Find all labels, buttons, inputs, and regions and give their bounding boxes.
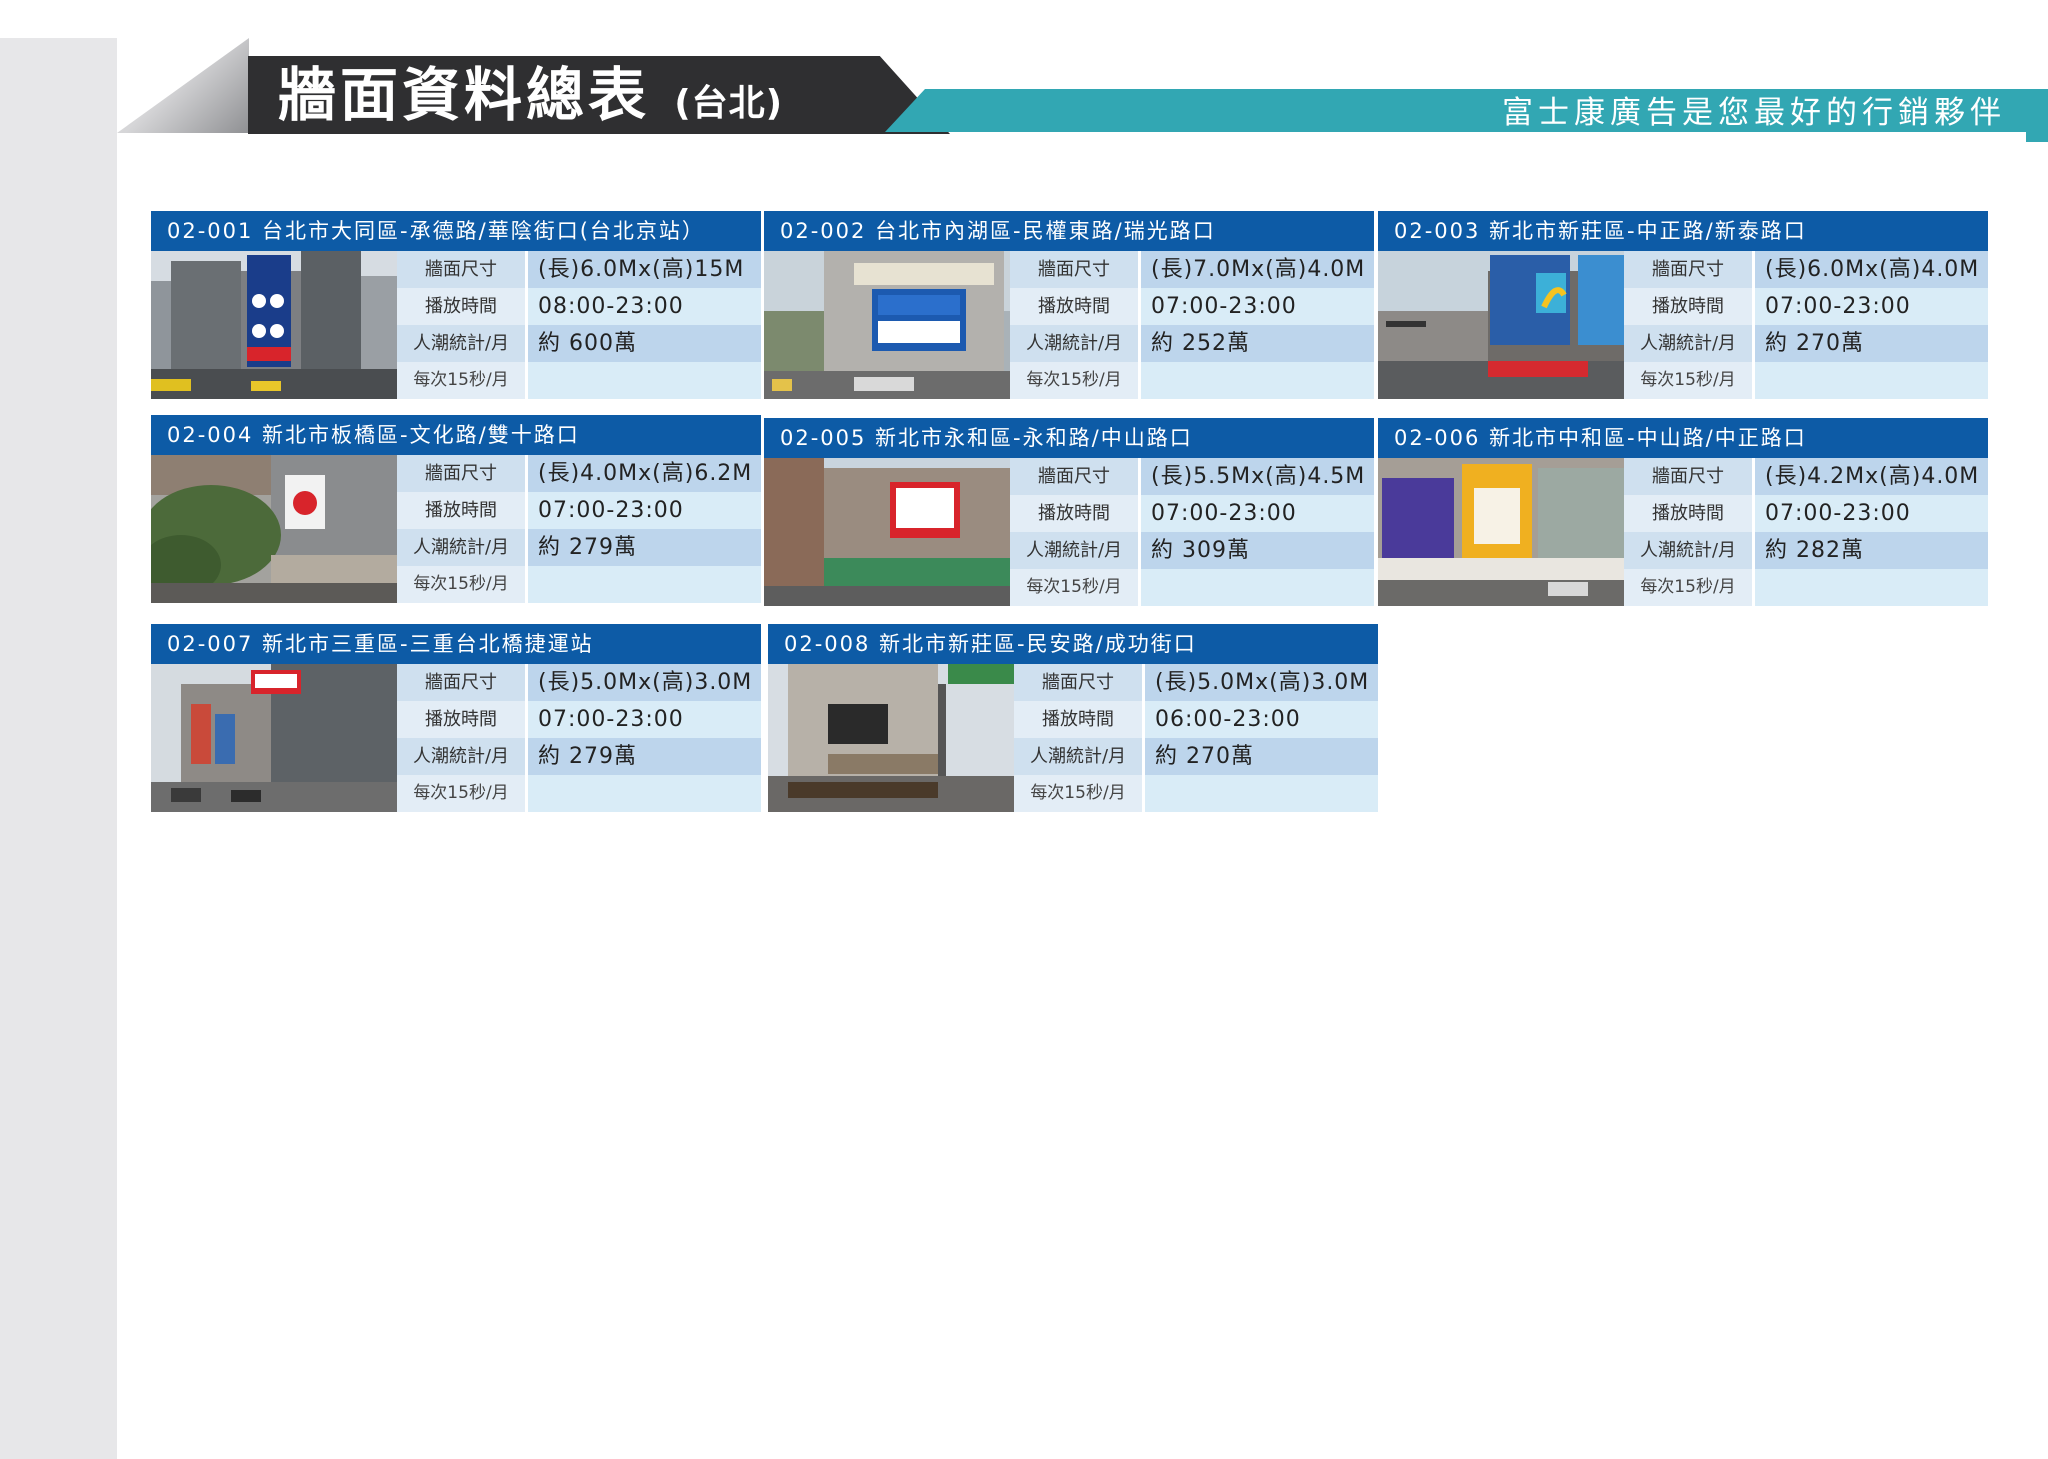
billboard-photo [151,251,397,399]
hours-label: 播放時間 [397,288,525,325]
per-label: 每次15秒/月 [397,775,525,812]
per-label: 每次15秒/月 [397,362,525,399]
per-label: 每次15秒/月 [397,566,525,603]
hours-label: 播放時間 [1010,288,1138,325]
card-title: 02-004 新北市板橋區-文化路/雙十路口 [151,415,761,455]
billboard-card-02-003[interactable]: 02-003 新北市新莊區-中正路/新泰路口 牆面尺寸 (長)6.0Mx(高)4.… [1378,211,1988,399]
card-title: 02-003 新北市新莊區-中正路/新泰路口 [1378,211,1988,251]
per-value [528,362,761,399]
per-value [528,775,761,812]
size-value: (長)5.5Mx(高)4.5M [1141,458,1374,495]
traffic-label: 人潮統計/月 [1010,325,1138,362]
billboard-card-02-006[interactable]: 02-006 新北市中和區-中山路/中正路口 牆面尺寸 (長)4.2Mx(高)4.… [1378,418,1988,606]
size-value: (長)6.0Mx(高)4.0M [1755,251,1988,288]
billboard-card-02-001[interactable]: 02-001 台北市大同區-承德路/華陰街口(台北京站） 牆面尺寸 (長)6.0M… [151,211,761,399]
traffic-value: 約 309萬 [1141,532,1374,569]
per-value [1755,362,1988,399]
header-slogan: 富士康廣告是您最好的行銷夥伴 [1502,95,2006,131]
traffic-value: 約 252萬 [1141,325,1374,362]
header-wedge [117,38,249,133]
size-value: (長)6.0Mx(高)15M [528,251,761,288]
size-label: 牆面尺寸 [1010,251,1138,288]
page-title-main: 牆面資料總表 [278,61,651,129]
per-label: 每次15秒/月 [1014,775,1142,812]
hours-value: 07:00-23:00 [1141,495,1374,532]
hours-value: 07:00-23:00 [528,701,761,738]
hours-value: 07:00-23:00 [1141,288,1374,325]
traffic-value: 約 282萬 [1755,532,1988,569]
traffic-label: 人潮統計/月 [397,529,525,566]
billboard-card-02-007[interactable]: 02-007 新北市三重區-三重台北橋捷運站 牆面尺寸 (長)5.0Mx(高)3.… [151,624,761,812]
hours-label: 播放時間 [397,701,525,738]
size-label: 牆面尺寸 [397,455,525,492]
size-value: (長)5.0Mx(高)3.0M [528,664,761,701]
size-label: 牆面尺寸 [1624,458,1752,495]
size-label: 牆面尺寸 [397,664,525,701]
traffic-label: 人潮統計/月 [1624,532,1752,569]
header-teal-tail [2026,132,2048,142]
per-value [528,566,761,603]
billboard-card-02-005[interactable]: 02-005 新北市永和區-永和路/中山路口 牆面尺寸 (長)5.5Mx(高)4.… [764,418,1374,606]
traffic-value: 約 279萬 [528,529,761,566]
card-title: 02-001 台北市大同區-承德路/華陰街口(台北京站） [151,211,761,251]
billboard-photo [768,664,1014,812]
page-title: 牆面資料總表 (台北) [278,60,783,130]
billboard-photo [764,251,1010,399]
billboard-card-02-004[interactable]: 02-004 新北市板橋區-文化路/雙十路口 牆面尺寸 (長)4.0Mx(高)6.… [151,415,761,603]
per-value [1141,569,1374,606]
hours-value: 06:00-23:00 [1145,701,1378,738]
hours-label: 播放時間 [397,492,525,529]
size-value: (長)4.0Mx(高)6.2M [528,455,761,492]
hours-value: 07:00-23:00 [528,492,761,529]
per-value [1145,775,1378,812]
per-label: 每次15秒/月 [1010,569,1138,606]
billboard-photo [1378,458,1624,606]
size-label: 牆面尺寸 [1624,251,1752,288]
size-label: 牆面尺寸 [397,251,525,288]
per-label: 每次15秒/月 [1624,569,1752,606]
size-value: (長)5.0Mx(高)3.0M [1145,664,1378,701]
card-title: 02-008 新北市新莊區-民安路/成功街口 [768,624,1378,664]
traffic-value: 約 270萬 [1755,325,1988,362]
traffic-value: 約 270萬 [1145,738,1378,775]
size-value: (長)7.0Mx(高)4.0M [1141,251,1374,288]
traffic-value: 約 600萬 [528,325,761,362]
hours-label: 播放時間 [1624,288,1752,325]
hours-label: 播放時間 [1014,701,1142,738]
billboard-photo [764,458,1010,606]
card-title: 02-005 新北市永和區-永和路/中山路口 [764,418,1374,458]
billboard-photo [151,664,397,812]
traffic-label: 人潮統計/月 [397,738,525,775]
hours-value: 08:00-23:00 [528,288,761,325]
traffic-label: 人潮統計/月 [397,325,525,362]
hours-value: 07:00-23:00 [1755,288,1988,325]
size-label: 牆面尺寸 [1014,664,1142,701]
card-title: 02-002 台北市內湖區-民權東路/瑞光路口 [764,211,1374,251]
billboard-card-02-008[interactable]: 02-008 新北市新莊區-民安路/成功街口 牆面尺寸 (長)5.0Mx(高)3.… [768,624,1378,812]
page-title-sub: (台北) [674,83,784,124]
hours-label: 播放時間 [1624,495,1752,532]
card-title: 02-007 新北市三重區-三重台北橋捷運站 [151,624,761,664]
traffic-label: 人潮統計/月 [1010,532,1138,569]
per-label: 每次15秒/月 [1624,362,1752,399]
traffic-label: 人潮統計/月 [1014,738,1142,775]
per-value [1755,569,1988,606]
per-label: 每次15秒/月 [1010,362,1138,399]
per-value [1141,362,1374,399]
size-value: (長)4.2Mx(高)4.0M [1755,458,1988,495]
size-label: 牆面尺寸 [1010,458,1138,495]
hours-value: 07:00-23:00 [1755,495,1988,532]
billboard-photo [1378,251,1624,399]
card-title: 02-006 新北市中和區-中山路/中正路口 [1378,418,1988,458]
billboard-photo [151,455,397,603]
traffic-label: 人潮統計/月 [1624,325,1752,362]
traffic-value: 約 279萬 [528,738,761,775]
hours-label: 播放時間 [1010,495,1138,532]
left-margin-strip [0,38,117,1459]
billboard-card-02-002[interactable]: 02-002 台北市內湖區-民權東路/瑞光路口 牆面尺寸 (長)7.0Mx(高)4… [764,211,1374,399]
